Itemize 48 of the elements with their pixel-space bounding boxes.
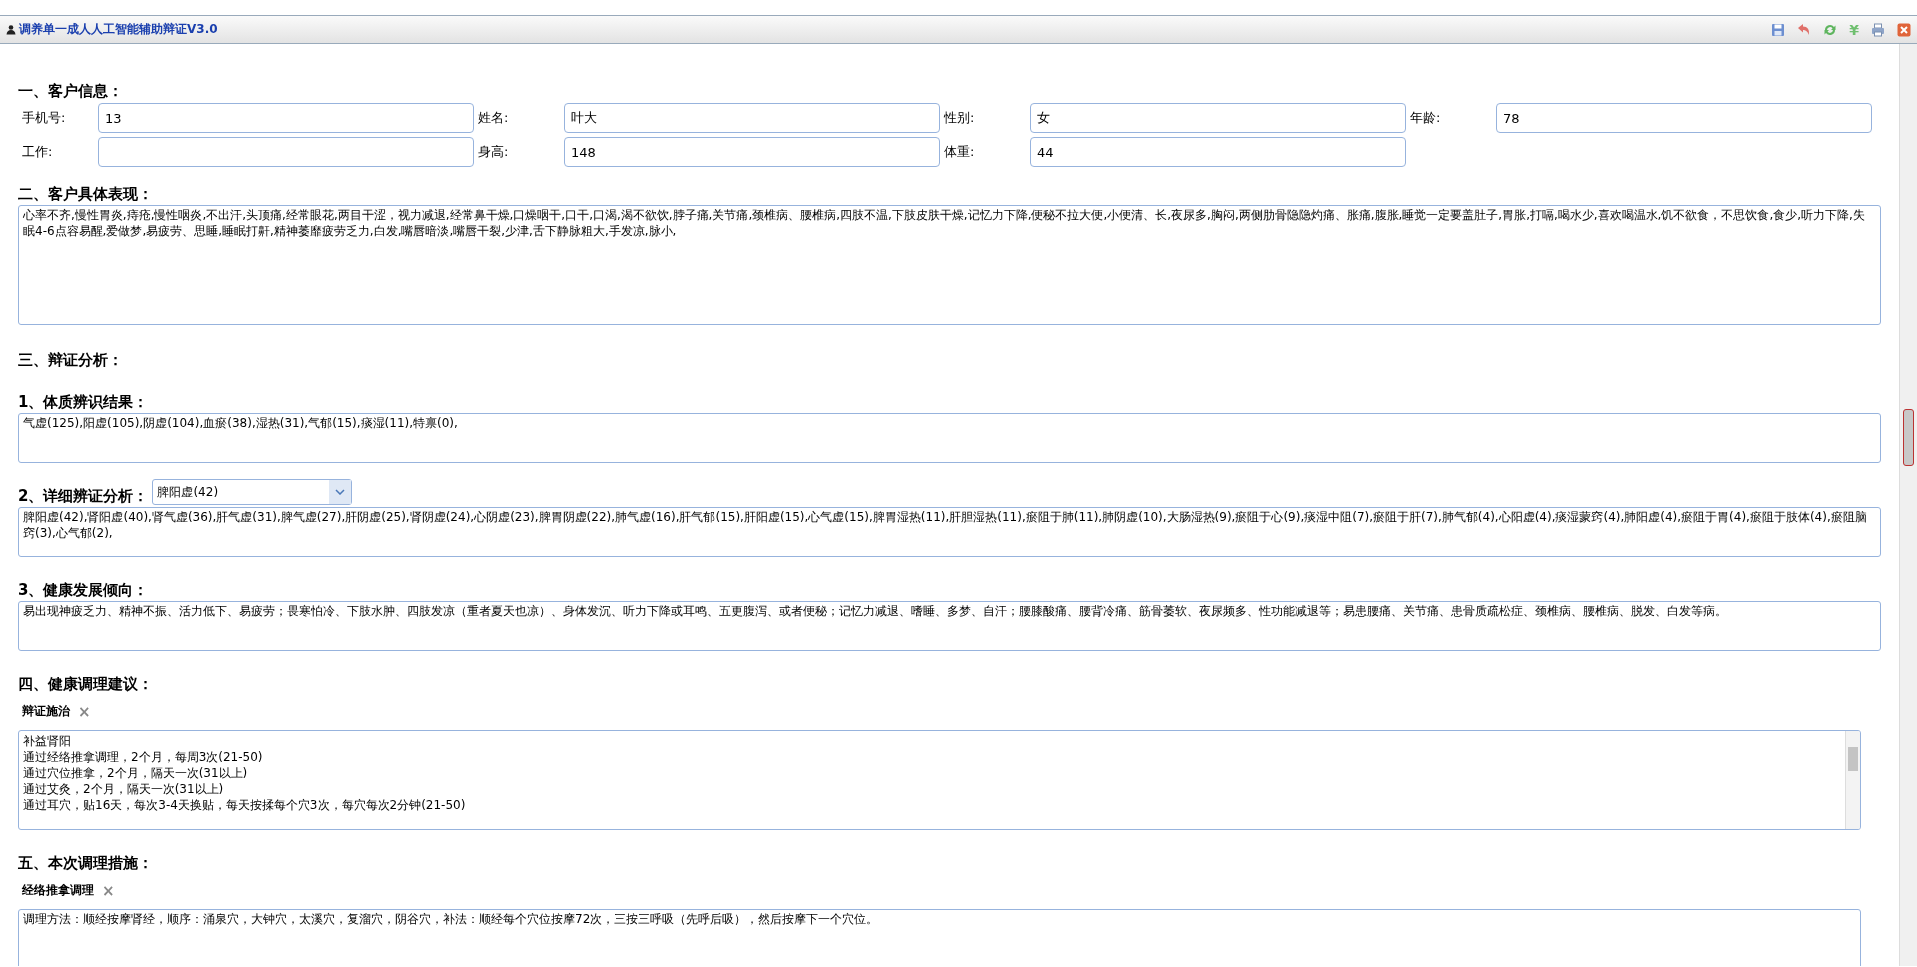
field-label: 体重: (943, 143, 976, 161)
save-icon[interactable] (1771, 22, 1786, 37)
input-field[interactable]: 148 (564, 137, 940, 167)
field-label: 身高: (477, 143, 510, 161)
text-area[interactable]: 易出现神疲乏力、精神不振、活力低下、易疲劳；畏寒怕冷、下肢水肿、四肢发凉（重者夏天也凉）、身体发沉、听力下降或耳鸣、五更腹泻、或者便秘；记忆力减退、嗜睡、多梦、自汗；腰膝酸痛、腰背冷痛、筋骨萎软、夜尿频多、性功能减退等；易患腰痛、关节痛、患骨质疏松症、颈椎病、腰椎病、脱发、白发等病。 (18, 601, 1881, 651)
field-label: 姓名: (477, 109, 510, 127)
subsection-heading: 3、健康发展倾向： (18, 581, 150, 599)
input-field[interactable]: 女 (1030, 103, 1406, 133)
input-field[interactable]: 13 (98, 103, 474, 133)
text-area[interactable]: 补益肾阳 通过经络推拿调理，2个月，每周3次(21-50) 通过穴位推拿，2个月，隔天一次(31以上) 通过艾灸，2个月，隔天一次(31以上) 通过耳穴，贴16天，每次3-4天换贴，每天按揉每个穴3次，每穴每次2分钟(21-50) (18, 730, 1861, 830)
tab[interactable]: 辩证施治 × (18, 701, 95, 722)
text-line: 通过艾灸，2个月，隔天一次(31以上) (23, 781, 225, 797)
subsection-heading: 1、体质辨识结果： (18, 393, 150, 411)
section-heading: 五、本次调理措施： (18, 854, 154, 872)
field-label: 手机号: (21, 109, 67, 127)
text-line: 通过穴位推拿，2个月，隔天一次(31以上) (23, 765, 249, 781)
undo-icon[interactable] (1797, 22, 1812, 37)
text-line: 补益肾阳 (23, 733, 72, 749)
tab[interactable]: 经络推拿调理 × (18, 880, 119, 901)
input-field[interactable] (98, 137, 474, 167)
caret-icon (335, 489, 346, 495)
close-icon[interactable]: × (102, 883, 115, 898)
text-area[interactable]: 心率不齐,慢性胃炎,痔疮,慢性咽炎,不出汗,头顶痛,经常眼花,两目干涩，视力减退,经常鼻干燥,口燥咽干,口干,口渴,渴不欲饮,脖子痛,关节痛,颈椎病、腰椎病,四肢不温,下肢皮肤干燥,记忆力下降,便秘不拉大便,小便清、长,夜尿多,胸闷,两侧肋骨隐隐灼痛、胀痛,腹胀,睡觉一定要盖肚子,胃胀,打嗝,喝水少,喜欢喝温水,饥不欲食，不思饮食,食少,听力下降,失眠4-6点容易醒,爱做梦,易疲劳、思睡,睡眠打鼾,精神萎靡疲劳乏力,白发,嘴唇暗淡,嘴唇干裂,少津,舌下静脉粗大,手发凉,脉小, (18, 205, 1881, 325)
subsection-heading: 2、详细辨证分析： (18, 487, 149, 505)
field-label: 年龄: (1409, 109, 1442, 127)
input-field[interactable]: 叶大 (564, 103, 940, 133)
text-area[interactable]: 调理方法：顺经按摩肾经，顺序：涌泉穴，大钟穴，太溪穴，复溜穴，阴谷穴，补法：顺经每个穴位按摩72次，三按三呼吸（先呼后吸），然后按摩下一个穴位。 (18, 909, 1861, 966)
scrollbar[interactable] (1845, 731, 1860, 829)
text-line: 通过耳穴，贴16天，每次3-4天换贴，每天按揉每个穴3次，每穴每次2分钟(21-50) (23, 797, 467, 813)
section-heading: 三、辩证分析： (18, 351, 124, 369)
close-icon[interactable]: × (78, 704, 91, 719)
close-icon[interactable] (1897, 22, 1911, 37)
section-heading: 四、健康调理建议： (18, 675, 154, 693)
section-heading: 二、客户具体表现： (18, 185, 154, 203)
text-line: 通过经络推拿调理，2个月，每周3次(21-50) (23, 749, 264, 765)
select-dropdown[interactable]: 脾阳虚(42) (152, 479, 353, 505)
field-label: 工作: (21, 143, 54, 161)
text-area[interactable]: 脾阳虚(42),肾阳虚(40),肾气虚(36),肝气虚(31),脾气虚(27),肝阴虚(25),肾阴虚(24),心阴虚(23),脾胃阴虚(22),肺气虚(16),肝气郁(15),肝阳虚(15),心气虚(15),脾胃湿热(11),肝胆湿热(11),瘀阻于肺(11),肺阴虚(10),大肠湿热(9),瘀阻于心(9),痰湿中阻(7),瘀阻于肝(7),肺气郁(4),心阳虚(4),痰湿蒙窍(4),肺阳虚(4),瘀阻于胃(4),瘀阻于肢体(4),瘀阻脑窍(3),心气郁(2), (18, 507, 1881, 557)
text-area[interactable]: 气虚(125),阳虚(105),阴虚(104),血瘀(38),湿热(31),气郁(15),痰湿(11),特禀(0), (18, 413, 1881, 463)
window-title: 调养单一成人人工智能辅助辩证V3.0 (19, 21, 218, 38)
input-field[interactable]: 78 (1496, 103, 1872, 133)
input-field[interactable]: 44 (1030, 137, 1406, 167)
section-heading: 一、客户信息： (18, 82, 124, 100)
refresh-icon[interactable] (1823, 22, 1838, 37)
field-label: 性别: (943, 109, 976, 127)
scrollbar[interactable] (1899, 44, 1917, 966)
print-icon[interactable] (1871, 22, 1885, 37)
person-icon (6, 24, 16, 35)
